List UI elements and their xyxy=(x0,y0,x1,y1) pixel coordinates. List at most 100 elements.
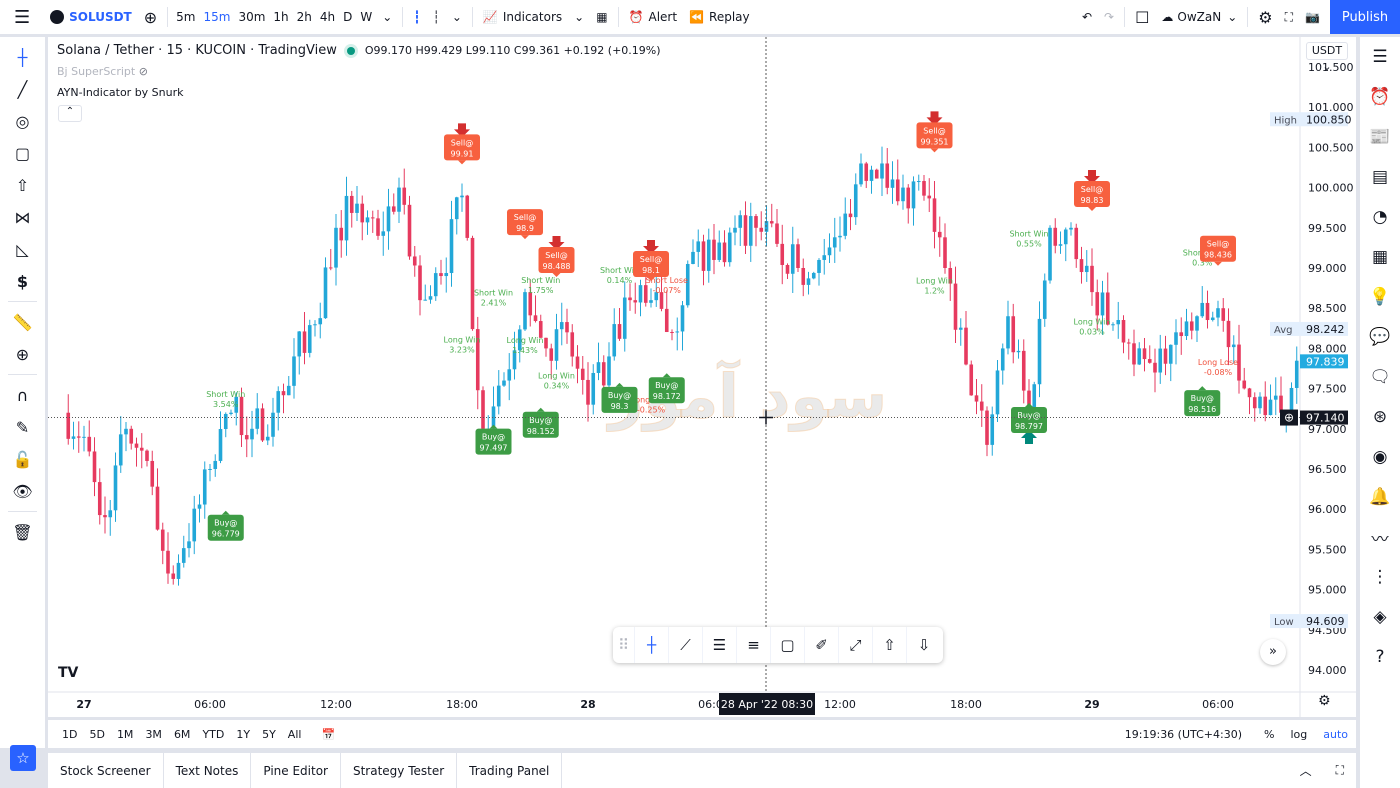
range-1d[interactable]: 1D xyxy=(56,728,83,741)
redo-icon[interactable]: ↷ xyxy=(1098,0,1120,34)
interval-dropdown-icon[interactable]: ⌄ xyxy=(376,0,398,34)
range-ytd[interactable]: YTD xyxy=(196,728,230,741)
zoom-in-icon[interactable]: ⊕ xyxy=(0,338,45,370)
tab-text-notes[interactable]: Text Notes xyxy=(164,753,252,788)
rectangle-tool-icon[interactable]: ▢ xyxy=(771,627,805,663)
candles-chart-type-icon[interactable]: ┇ xyxy=(407,0,426,34)
axis-settings-gear-icon[interactable]: ⚙ xyxy=(1318,693,1331,709)
range-3m[interactable]: 3M xyxy=(139,728,168,741)
fib-tool-icon[interactable]: ☰ xyxy=(703,627,737,663)
camera-icon[interactable]: 📷 xyxy=(1299,0,1326,34)
magnet-icon[interactable]: ∩ xyxy=(0,379,45,411)
indicators-dropdown-icon[interactable]: ⌄ xyxy=(568,0,590,34)
trend-line-tool-icon[interactable]: ⟋ xyxy=(669,627,703,663)
fullscreen-icon[interactable]: ⛶ xyxy=(1279,0,1299,34)
rectangle-icon[interactable]: ▢ xyxy=(0,137,45,169)
trend-line-icon[interactable]: ╱ xyxy=(0,73,45,105)
arrow-up-tool-icon[interactable]: ⇧ xyxy=(873,627,907,663)
range-5y[interactable]: 5Y xyxy=(256,728,282,741)
menu-icon[interactable]: ☰ xyxy=(0,0,44,34)
auto-toggle[interactable]: auto xyxy=(1315,728,1356,741)
publish-button[interactable]: Publish xyxy=(1330,0,1400,34)
dollar-icon[interactable]: $ xyxy=(0,265,45,297)
arrow-up-icon[interactable]: ⇧ xyxy=(0,169,45,201)
range-1m[interactable]: 1M xyxy=(111,728,140,741)
news-icon[interactable]: 📰 xyxy=(1360,117,1400,157)
data-window-icon[interactable]: ▤ xyxy=(1360,157,1400,197)
interval-2h[interactable]: 2h xyxy=(293,0,316,34)
currency-dropdown[interactable]: USDT ⌄ xyxy=(1306,42,1348,73)
interval-D[interactable]: D xyxy=(339,0,356,34)
alert-button[interactable]: ⏰ Alert xyxy=(623,0,684,34)
layout-square-icon[interactable]: ☐ xyxy=(1129,0,1155,34)
notifications-bell-icon[interactable]: 🔔 xyxy=(1360,477,1400,517)
interval-4h[interactable]: 4h xyxy=(316,0,339,34)
collapse-panel-icon[interactable]: ︿ xyxy=(1288,762,1324,779)
dom-icon[interactable]: ⋮ xyxy=(1360,557,1400,597)
interval-1h[interactable]: 1h xyxy=(269,0,292,34)
replay-button[interactable]: ⏪ Replay xyxy=(683,0,756,34)
fib-circle-icon[interactable]: ◎ xyxy=(0,105,45,137)
brush-icon[interactable]: ✐ xyxy=(805,627,839,663)
compare-add-icon[interactable]: ⊕ xyxy=(138,0,163,34)
range-1y[interactable]: 1Y xyxy=(230,728,256,741)
watchlist-icon[interactable]: ☰ xyxy=(1360,37,1400,77)
crosshair-icon[interactable]: ┼ xyxy=(0,41,45,73)
percent-toggle[interactable]: % xyxy=(1256,728,1282,741)
tab-pine-editor[interactable]: Pine Editor xyxy=(251,753,341,788)
chats-icon[interactable]: 💬 xyxy=(1360,317,1400,357)
layers-icon[interactable]: ◈ xyxy=(1360,597,1400,637)
interval-W[interactable]: W xyxy=(356,0,376,34)
tradingview-logo[interactable]: TV xyxy=(58,665,78,681)
chart-type-dropdown-icon[interactable]: ⌄ xyxy=(446,0,468,34)
maximize-panel-icon[interactable]: ⛶ xyxy=(1324,763,1356,778)
interval-5m[interactable]: 5m xyxy=(172,0,199,34)
indicator-superscript[interactable]: Bj SuperScript ⊘ xyxy=(57,65,148,78)
range-5d[interactable]: 5D xyxy=(83,728,110,741)
ray-tool-icon[interactable]: ⤢ xyxy=(839,627,873,663)
chart-pane[interactable]: سود آموز Short Win 3.54% Short Win 2.41% Shor… xyxy=(48,37,1356,717)
parallel-channel-icon[interactable]: ≡ xyxy=(737,627,771,663)
lock-icon[interactable]: 🔓 xyxy=(0,443,45,475)
tab-trading-panel[interactable]: Trading Panel xyxy=(457,753,563,788)
clock-timezone[interactable]: 19:19:36 (UTC+4:30) xyxy=(1125,728,1256,741)
crosshair-tool-icon[interactable]: ┼ xyxy=(635,627,669,663)
alerts-clock-icon[interactable]: ⏰ xyxy=(1360,77,1400,117)
help-icon[interactable]: ? xyxy=(1360,637,1400,677)
log-toggle[interactable]: log xyxy=(1282,728,1315,741)
eye-icon[interactable]: 👁 xyxy=(0,475,45,507)
range-6m[interactable]: 6M xyxy=(168,728,197,741)
range-all[interactable]: All xyxy=(282,728,308,741)
lock-drawing-icon[interactable]: ✎ xyxy=(0,411,45,443)
add-alert-plus-button[interactable]: ⊕ xyxy=(1280,409,1298,426)
streams-icon[interactable]: ⊛ xyxy=(1360,397,1400,437)
goto-date-icon[interactable]: 📅 xyxy=(307,728,349,741)
interval-15m[interactable]: 15m xyxy=(199,0,234,34)
broadcast-icon[interactable]: ◉ xyxy=(1360,437,1400,477)
drag-handle-icon[interactable]: ⠿ xyxy=(613,627,635,663)
bars-chart-type-icon[interactable]: ┆ xyxy=(427,0,446,34)
trading-icon[interactable]: 〰 xyxy=(1360,517,1400,557)
favorites-star-button[interactable]: ☆ xyxy=(10,745,36,771)
ideas-lightbulb-icon[interactable]: 💡 xyxy=(1360,277,1400,317)
collapse-legend-button[interactable]: ⌃ xyxy=(58,105,82,122)
templates-icon[interactable]: ▦ xyxy=(590,0,613,34)
arrow-down-tool-icon[interactable]: ⇩ xyxy=(907,627,941,663)
settings-gear-icon[interactable]: ⚙ xyxy=(1252,0,1278,34)
indicators-button[interactable]: 📈 Indicators xyxy=(477,0,568,34)
indicator-ayn[interactable]: AYN-Indicator by Snurk xyxy=(57,86,184,99)
calendar-icon[interactable]: ▦ xyxy=(1360,237,1400,277)
hotlists-flame-icon[interactable]: ◔ xyxy=(1360,197,1400,237)
tab-stock-screener[interactable]: Stock Screener xyxy=(48,753,164,788)
scroll-to-realtime-button[interactable]: » xyxy=(1260,639,1286,665)
prediction-icon[interactable]: ◺ xyxy=(0,233,45,265)
tab-strategy-tester[interactable]: Strategy Tester xyxy=(341,753,458,788)
price-chart[interactable]: سود آموزShort Win3.54%Short Win2.41%Shor… xyxy=(48,37,1356,717)
ruler-icon[interactable]: 📏 xyxy=(0,306,45,338)
layout-save-button[interactable]: ☁ OwZaN ⌄ xyxy=(1155,0,1243,34)
hidden-eye-icon[interactable]: ⊘ xyxy=(139,65,148,78)
pattern-icon[interactable]: ⋈ xyxy=(0,201,45,233)
trash-icon[interactable]: 🗑 xyxy=(0,516,45,548)
interval-30m[interactable]: 30m xyxy=(234,0,269,34)
undo-icon[interactable]: ↶ xyxy=(1076,0,1098,34)
